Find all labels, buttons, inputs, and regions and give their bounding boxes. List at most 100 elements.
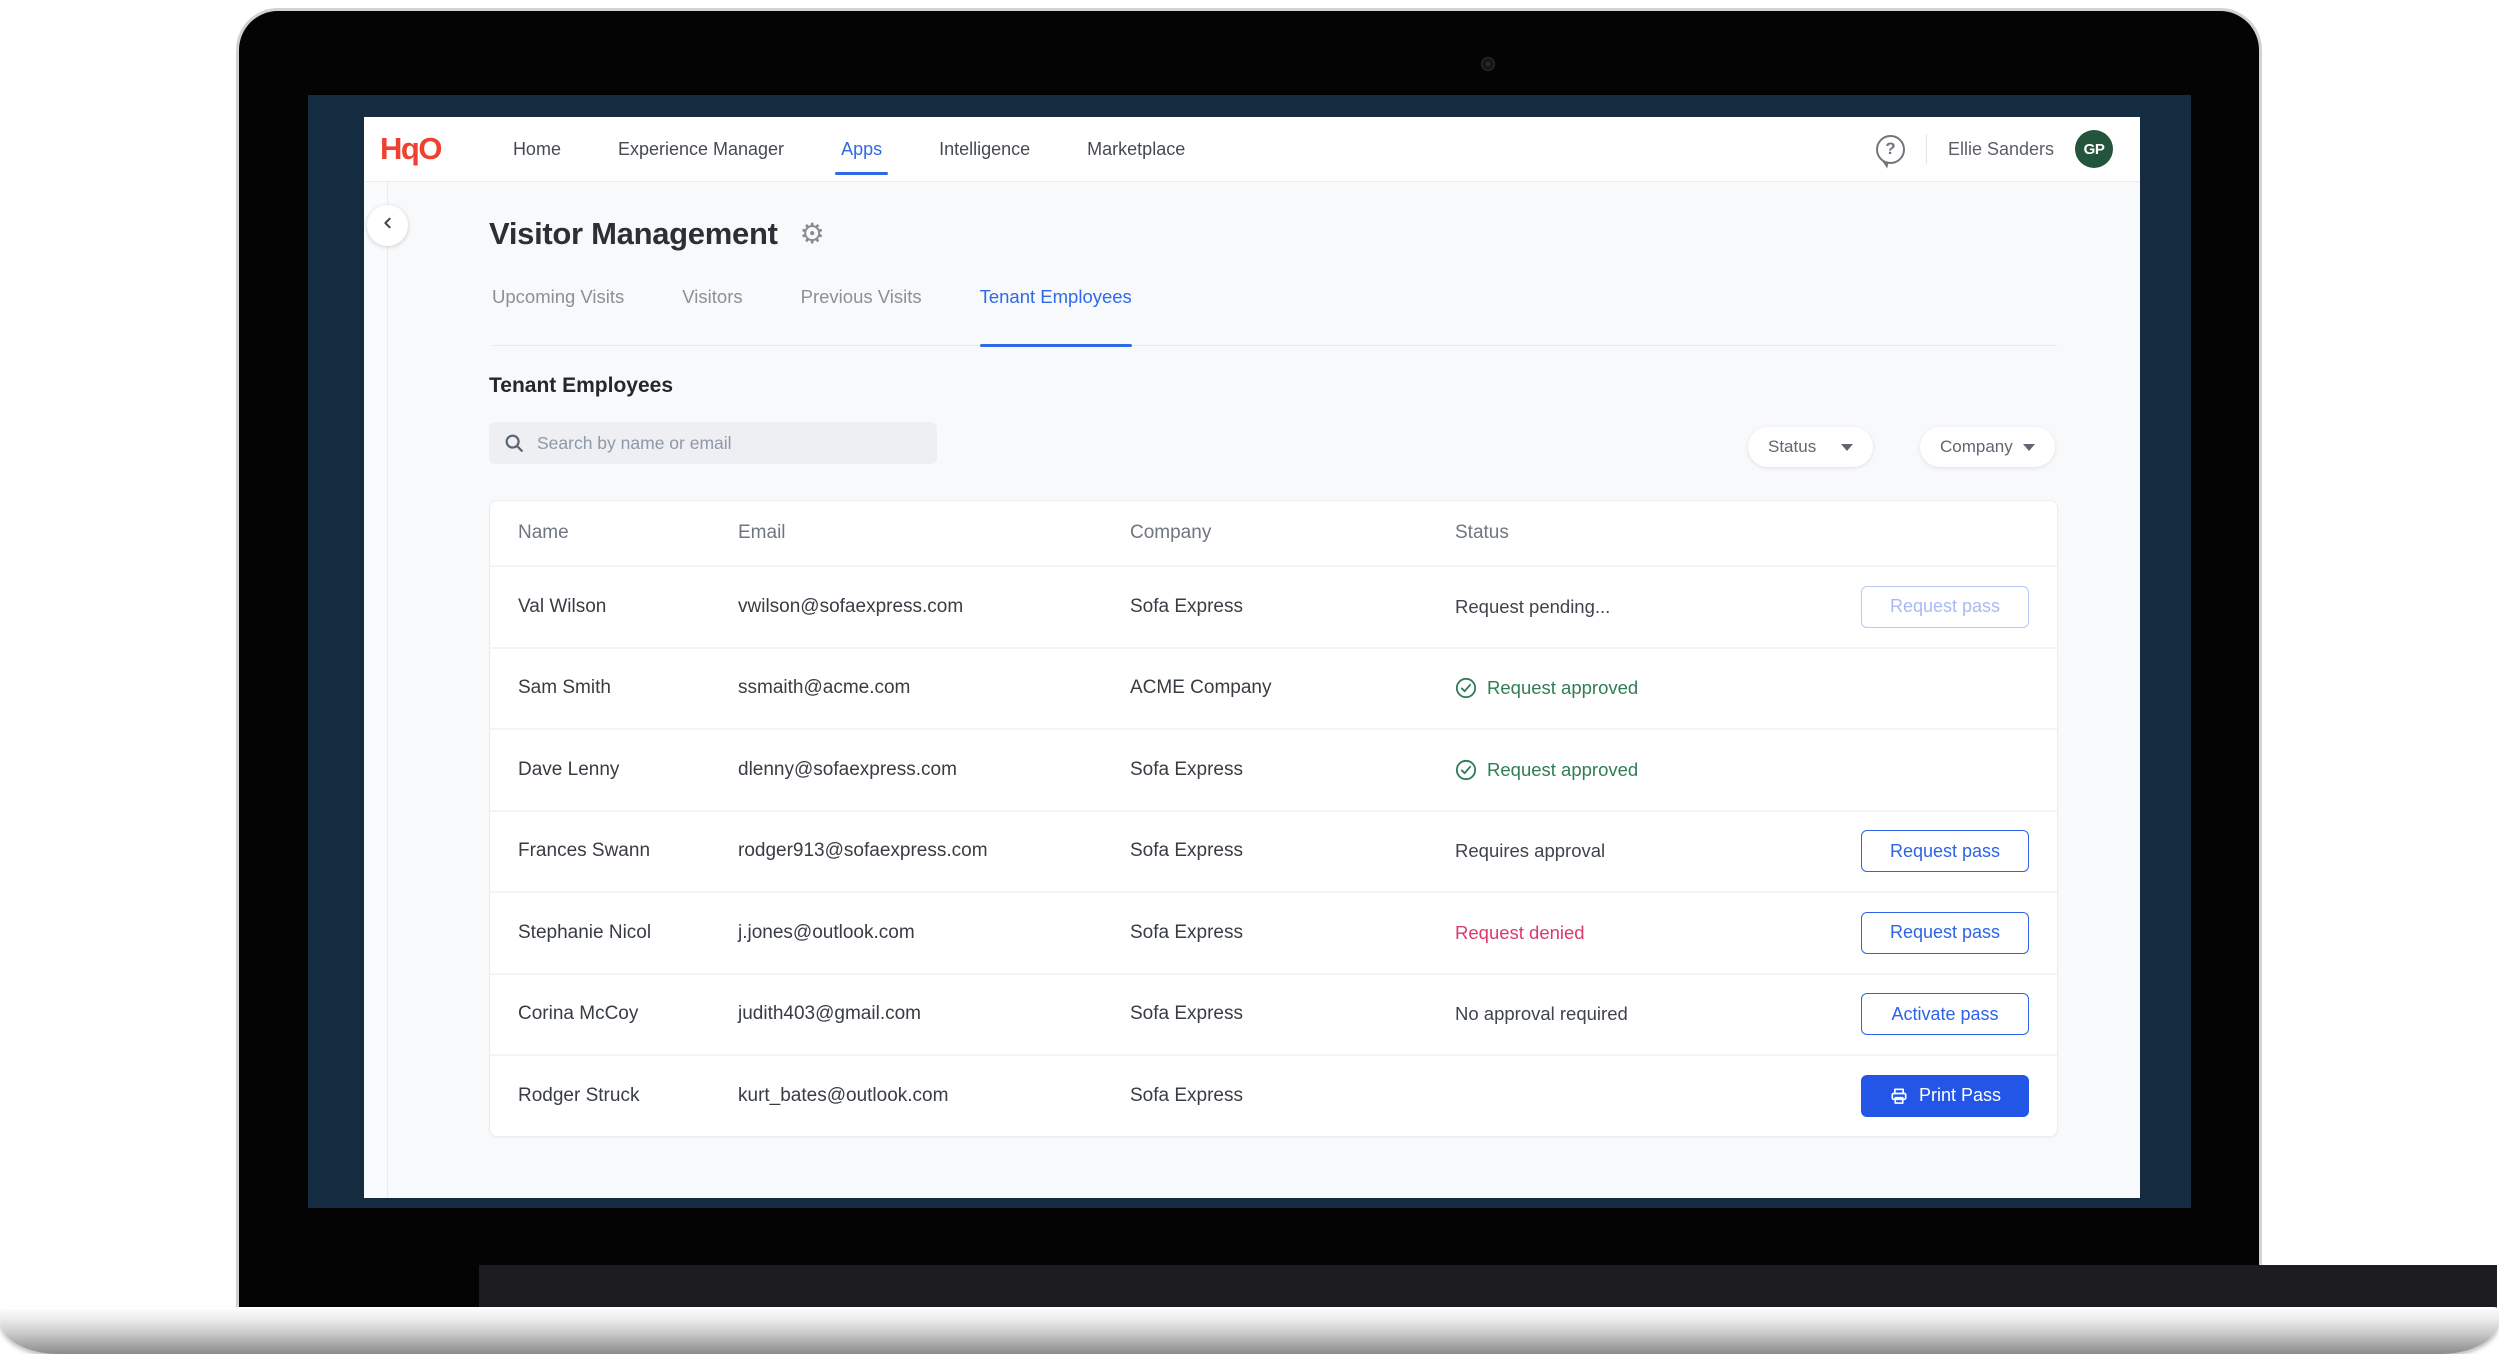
request-pass-button[interactable]: Request pass [1861,830,2029,872]
laptop-base [0,1307,2499,1354]
cell-status: Request pending... [1455,596,1829,618]
tab-upcoming-visits[interactable]: Upcoming Visits [492,286,624,345]
status-text: No approval required [1455,1003,1628,1025]
page-title: Visitor Management [489,216,778,252]
filters: Status Company [1748,427,2055,467]
cell-company: Sofa Express [1130,840,1455,862]
column-header-email: Email [738,522,1130,544]
cell-status: No approval required [1455,1003,1829,1025]
webcam-dot [1481,57,1495,71]
cell-email: j.jones@outlook.com [738,922,1130,944]
hqo-logo[interactable]: HqO [380,131,441,167]
cell-name: Frances Swann [518,840,738,862]
print-pass-button[interactable]: Print Pass [1861,1075,2029,1117]
cell-status: Request approved [1455,677,1829,699]
cell-name: Dave Lenny [518,759,738,781]
chevron-left-icon [380,215,396,236]
tab-tenant-employees[interactable]: Tenant Employees [980,286,1132,345]
app-header: HqO Home Experience Manager Apps Intelli… [364,117,2140,182]
cell-name: Corina McCoy [518,1003,738,1025]
nav-item-marketplace[interactable]: Marketplace [1087,117,1185,181]
status-filter-dropdown[interactable]: Status [1748,427,1873,467]
cell-email: dlenny@sofaexpress.com [738,759,1130,781]
cell-name: Val Wilson [518,596,738,618]
request-pass-button[interactable]: Request pass [1861,912,2029,954]
cell-status: Request denied [1455,922,1829,944]
cell-action: Request pass [1829,586,2029,628]
cell-email: ssmaith@acme.com [738,677,1130,699]
avatar[interactable]: GP [2075,130,2113,168]
gear-icon[interactable]: ⚙ [800,220,825,248]
cell-email: rodger913@sofaexpress.com [738,840,1130,862]
cell-name: Stephanie Nicol [518,922,738,944]
tab-visitors[interactable]: Visitors [682,286,742,345]
tab-previous-visits[interactable]: Previous Visits [801,286,922,345]
status-text: Request approved [1487,677,1638,699]
search-icon [503,432,525,454]
column-header-name: Name [518,522,738,544]
cell-action: Request pass [1829,830,2029,872]
nav-item-experience-manager[interactable]: Experience Manager [618,117,784,181]
check-circle-icon [1455,677,1477,699]
check-circle-icon [1455,759,1477,781]
printer-icon [1889,1086,1909,1106]
nav-item-intelligence[interactable]: Intelligence [939,117,1030,181]
cell-action: Request pass [1829,912,2029,954]
table-row: Rodger Struck kurt_bates@outlook.com Sof… [490,1054,2057,1136]
section-title: Tenant Employees [489,374,673,398]
cell-company: ACME Company [1130,677,1455,699]
table-header-row: Name Email Company Status [490,501,2057,565]
nav-item-home[interactable]: Home [513,117,561,181]
collapsed-sidebar-rail [364,182,388,1198]
cell-name: Sam Smith [518,677,738,699]
cell-company: Sofa Express [1130,1085,1455,1107]
cell-action: Print Pass [1829,1075,2029,1117]
table-row: Frances Swann rodger913@sofaexpress.com … [490,810,2057,892]
status-text: Requires approval [1455,840,1605,862]
header-divider [1926,134,1927,164]
cell-status: Requires approval [1455,840,1829,862]
cell-email: vwilson@sofaexpress.com [738,596,1130,618]
company-filter-label: Company [1940,437,2013,457]
screenshot-stage: HqO Home Experience Manager Apps Intelli… [0,0,2499,1354]
cell-status: Request approved [1455,759,1829,781]
user-name[interactable]: Ellie Sanders [1948,139,2054,160]
cell-company: Sofa Express [1130,596,1455,618]
caret-down-icon [1841,444,1853,451]
cell-action: Activate pass [1829,993,2029,1035]
column-header-status: Status [1455,522,1829,544]
table-row: Stephanie Nicol j.jones@outlook.com Sofa… [490,891,2057,973]
page-content: Visitor Management ⚙ Upcoming Visits Vis… [364,182,2140,1198]
cell-email: kurt_bates@outlook.com [738,1085,1130,1107]
table-body: Val Wilson vwilson@sofaexpress.com Sofa … [490,565,2057,1136]
status-text: Request pending... [1455,596,1610,618]
cell-name: Rodger Struck [518,1085,738,1107]
search-box [489,422,937,464]
cell-company: Sofa Express [1130,759,1455,781]
activate-pass-button[interactable]: Activate pass [1861,993,2029,1035]
nav-item-apps[interactable]: Apps [841,117,882,181]
collapse-panel-button[interactable] [367,205,408,246]
status-filter-label: Status [1768,437,1816,457]
nav: Home Experience Manager Apps Intelligenc… [513,117,1185,181]
table-row: Sam Smith ssmaith@acme.com ACME Company … [490,647,2057,729]
tab-bar: Upcoming Visits Visitors Previous Visits… [492,286,2057,346]
caret-down-icon [2023,444,2035,451]
cell-company: Sofa Express [1130,922,1455,944]
cell-email: judith403@gmail.com [738,1003,1130,1025]
search-input[interactable] [537,433,923,454]
table-row: Val Wilson vwilson@sofaexpress.com Sofa … [490,565,2057,647]
company-filter-dropdown[interactable]: Company [1920,427,2055,467]
table-row: Corina McCoy judith403@gmail.com Sofa Ex… [490,973,2057,1055]
header-right: ? Ellie Sanders GP [1876,130,2113,168]
cell-company: Sofa Express [1130,1003,1455,1025]
table-row: Dave Lenny dlenny@sofaexpress.com Sofa E… [490,728,2057,810]
column-header-company: Company [1130,522,1455,544]
tenant-employees-table: Name Email Company Status Val Wilson vwi… [489,500,2058,1137]
request-pass-button[interactable]: Request pass [1861,586,2029,628]
status-text: Request approved [1487,759,1638,781]
app-window: HqO Home Experience Manager Apps Intelli… [364,117,2140,1198]
status-text: Request denied [1455,922,1585,944]
page-head: Visitor Management ⚙ [489,216,825,252]
help-icon[interactable]: ? [1876,135,1905,164]
